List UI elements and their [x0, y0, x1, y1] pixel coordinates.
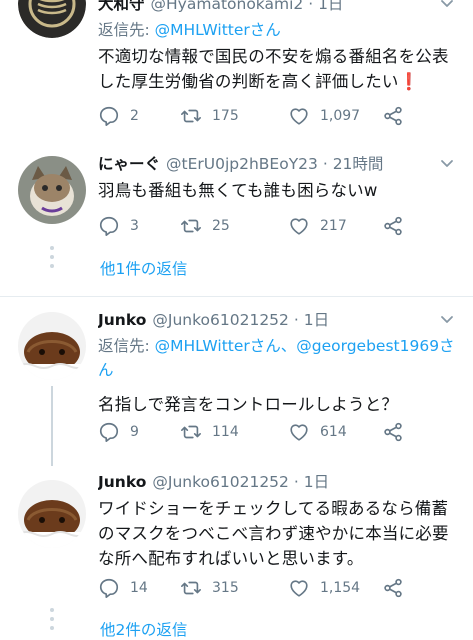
reply-count: 14: [130, 580, 148, 596]
tweet-header: 大和守 @Hyamatonokami2 · 1日: [98, 0, 457, 16]
reply-context: 返信先: @MHLWitterさん、@georgebest1969さん: [98, 337, 455, 379]
timestamp[interactable]: 1日: [304, 473, 329, 491]
show-more-replies-link[interactable]: 他2件の返信: [100, 618, 187, 640]
reply-count: 3: [130, 218, 139, 234]
retweet-icon: [180, 577, 202, 599]
like-button[interactable]: 614: [288, 418, 347, 446]
share-button[interactable]: [382, 574, 404, 602]
avatar[interactable]: [18, 156, 86, 224]
tweet-header: Junko @Junko61021252 · 1日: [98, 473, 330, 491]
retweet-button[interactable]: 25: [180, 212, 230, 240]
like-count: 614: [320, 424, 347, 440]
tweet-text: 名指しで発言をコントロールしようと？: [98, 395, 399, 414]
like-button[interactable]: 217: [288, 212, 347, 240]
share-icon: [382, 577, 404, 599]
like-icon: [288, 577, 310, 599]
user-handle[interactable]: @Junko61021252: [152, 473, 289, 491]
share-button[interactable]: [382, 418, 404, 446]
like-count: 1,154: [320, 580, 361, 596]
retweet-count: 25: [212, 218, 230, 234]
share-button[interactable]: [382, 102, 404, 130]
reply-icon: [98, 421, 120, 443]
mention-link[interactable]: @MHLWitterさん: [155, 21, 281, 39]
thread-connector: [49, 246, 55, 273]
reply-button[interactable]: 9: [98, 418, 139, 446]
thread-connector: [49, 608, 55, 635]
tweet-text: 羽鳥も番組も無くても誰も困らないw: [98, 181, 378, 200]
thread-connector: [51, 386, 53, 466]
tweet-text: ワイドショーをチェックしてる暇あるなら備蓄のマスクをつべこべ言わず速やかに本当に…: [98, 499, 449, 568]
user-handle[interactable]: @Hyamatonokami2: [151, 0, 304, 13]
reply-count: 2: [130, 108, 139, 124]
display-name[interactable]: Junko: [98, 311, 146, 329]
exclamation-emoji: ❗: [398, 72, 420, 91]
reply-count: 9: [130, 424, 139, 440]
retweet-button[interactable]: 114: [180, 418, 239, 446]
display-name[interactable]: にゃーぐ: [98, 155, 160, 173]
like-icon: [288, 215, 310, 237]
reply-button[interactable]: 14: [98, 574, 148, 602]
share-icon: [382, 215, 404, 237]
retweet-button[interactable]: 315: [180, 574, 239, 602]
retweet-icon: [180, 215, 202, 237]
share-button[interactable]: [382, 212, 404, 240]
reply-icon: [98, 577, 120, 599]
retweet-count: 175: [212, 108, 239, 124]
display-name[interactable]: 大和守: [98, 0, 145, 13]
timestamp[interactable]: 1日: [304, 311, 329, 329]
show-more-replies-link[interactable]: 他1件の返信: [100, 257, 187, 279]
divider: [0, 296, 473, 297]
retweet-count: 114: [212, 424, 239, 440]
like-button[interactable]: 1,154: [288, 574, 360, 602]
like-button[interactable]: 1,097: [288, 102, 360, 130]
reply-context: 返信先: @MHLWitterさん: [98, 21, 281, 39]
reply-button[interactable]: 2: [98, 102, 139, 130]
avatar[interactable]: [18, 0, 86, 38]
like-icon: [288, 105, 310, 127]
retweet-button[interactable]: 175: [180, 102, 239, 130]
share-icon: [382, 105, 404, 127]
retweet-count: 315: [212, 580, 239, 596]
tweet-header: にゃーぐ @tErU0jp2hBEoY23 · 21時間: [98, 152, 457, 176]
reply-button[interactable]: 3: [98, 212, 139, 240]
retweet-icon: [180, 421, 202, 443]
share-icon: [382, 421, 404, 443]
like-count: 1,097: [320, 108, 361, 124]
tweet-text: 不適切な情報で国民の不安を煽る番組名を公表した厚生労働省の判断を高く評価したい❗: [98, 47, 449, 91]
timestamp[interactable]: 21時間: [333, 155, 384, 173]
like-icon: [288, 421, 310, 443]
caret-down-icon[interactable]: [439, 152, 455, 176]
caret-down-icon[interactable]: [439, 308, 455, 332]
reply-icon: [98, 215, 120, 237]
avatar[interactable]: [18, 312, 86, 380]
retweet-icon: [180, 105, 202, 127]
display-name[interactable]: Junko: [98, 473, 146, 491]
user-handle[interactable]: @tErU0jp2hBEoY23: [166, 155, 318, 173]
caret-down-icon[interactable]: [439, 0, 455, 16]
timestamp[interactable]: 1日: [318, 0, 343, 13]
avatar[interactable]: [18, 480, 86, 548]
like-count: 217: [320, 218, 347, 234]
tweet-header: Junko @Junko61021252 · 1日: [98, 308, 457, 332]
reply-icon: [98, 105, 120, 127]
user-handle[interactable]: @Junko61021252: [152, 311, 289, 329]
